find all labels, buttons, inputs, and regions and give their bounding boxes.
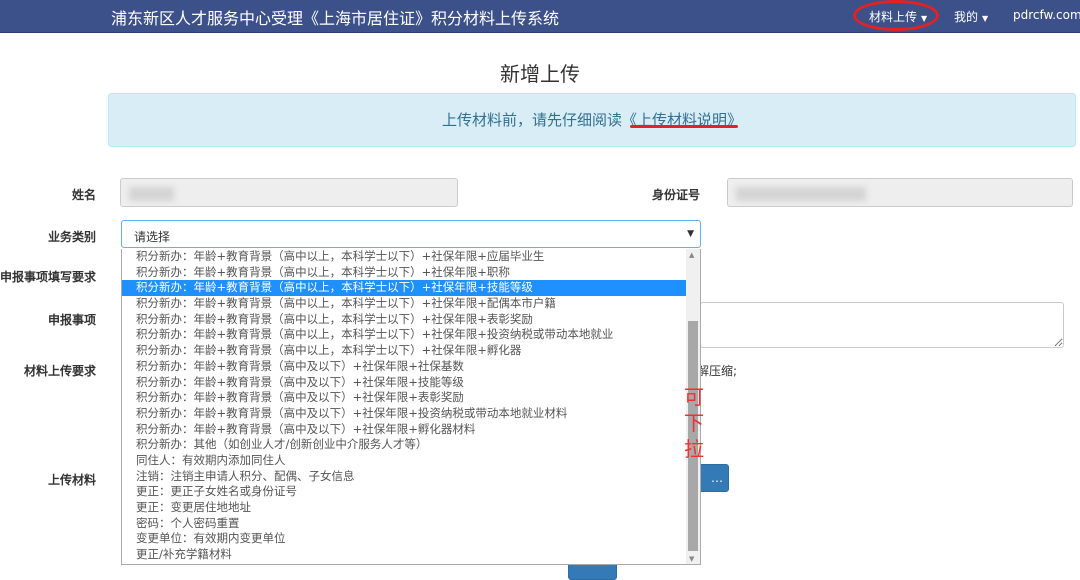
id-label: 身份证号 bbox=[651, 188, 700, 202]
category-select-value: 请选择 bbox=[134, 230, 171, 244]
dropdown-option[interactable]: 更正：更正子女姓名或身份证号 bbox=[122, 484, 688, 500]
scroll-annotation: 可下拉 bbox=[684, 385, 704, 461]
caret-down-icon: ▼ bbox=[982, 14, 989, 23]
highlight-underline bbox=[630, 125, 738, 128]
name-label: 姓名 bbox=[71, 188, 96, 202]
dropdown-option[interactable]: 积分新办：年龄+教育背景（高中以上，本科学士以下）+社保年限+孵化器 bbox=[122, 343, 688, 359]
upload-label: 上传材料 bbox=[47, 473, 96, 487]
nav-mine-label: 我的 bbox=[954, 10, 979, 24]
dropdown-option[interactable]: 积分新办：年龄+教育背景（高中及以下）+社保年限+社保基数 bbox=[122, 359, 688, 375]
upload-requirement-text: 解压缩; bbox=[697, 364, 738, 378]
dropdown-option[interactable]: 注销：注销主申请人积分、配偶、子女信息 bbox=[122, 469, 688, 485]
id-number-field[interactable] bbox=[727, 178, 1073, 207]
dropdown-option[interactable]: 积分新办：其他（如创业人才/创新创业中介服务人才等） bbox=[122, 437, 688, 453]
alert-text: 上传材料前，请先仔细阅读 bbox=[441, 111, 622, 129]
dropdown-option[interactable]: 积分新办：年龄+教育背景（高中以上，本科学士以下）+社保年限+应届毕业生 bbox=[122, 249, 688, 265]
category-dropdown-list[interactable]: 积分新办：年龄+教育背景（高中以上，本科学士以下）+社保年限+应届毕业生 积分新办… bbox=[121, 249, 701, 565]
highlight-ring bbox=[853, 0, 939, 31]
dropdown-option[interactable]: 变更单位：有效期内变更单位 bbox=[122, 531, 688, 547]
nav-site-link[interactable]: pdrcfw.com bbox=[1013, 8, 1080, 22]
item-label: 申报事项 bbox=[47, 313, 96, 327]
dropdown-option[interactable]: 积分新办：年龄+教育背景（高中以上，本科学士以下）+社保年限+职称 bbox=[122, 265, 688, 281]
dropdown-option[interactable]: 积分新办：年龄+教育背景（高中及以下）+社保年限+表彰奖励 bbox=[122, 390, 688, 406]
dropdown-option[interactable]: 更正/补充学籍材料 bbox=[122, 547, 688, 563]
page-title: 新增上传 bbox=[500, 62, 580, 86]
dropdown-option[interactable]: 积分新办：年龄+教育背景（高中以上，本科学士以下）+社保年限+技能等级 bbox=[122, 280, 688, 297]
dropdown-option[interactable]: 积分新办：年龄+教育背景（高中及以下）+社保年限+投资纳税或带动本地就业材料 bbox=[122, 406, 688, 422]
info-alert: 上传材料前，请先仔细阅读《上传材料说明》 bbox=[108, 93, 1076, 147]
caret-down-icon: ▼ bbox=[687, 229, 694, 239]
dropdown-option[interactable]: 积分新办：年龄+教育背景（高中以上，本科学士以下）+社保年限+表彰奖励 bbox=[122, 312, 688, 328]
item-textarea[interactable] bbox=[700, 302, 1064, 348]
dropdown-option[interactable]: 积分新办：年龄+教育背景（高中以上，本科学士以下）+社保年限+配偶本市户籍 bbox=[122, 296, 688, 312]
upload-requirement-label: 材料上传要求 bbox=[23, 364, 96, 378]
navbar: 浦东新区人才服务中心受理《上海市居住证》积分材料上传系统 材料上传 ▼ 我的 ▼ p… bbox=[0, 0, 1080, 33]
dropdown-option[interactable]: 同住人：有效期内添加同住人 bbox=[122, 453, 688, 469]
scroll-up-icon[interactable]: ▲ bbox=[689, 251, 694, 259]
dropdown-option[interactable]: 积分新办：年龄+教育背景（高中以上，本科学士以下）+社保年限+投资纳税或带动本地… bbox=[122, 327, 688, 343]
brand-title[interactable]: 浦东新区人才服务中心受理《上海市居住证》积分材料上传系统 bbox=[111, 5, 559, 29]
name-field[interactable] bbox=[120, 178, 458, 207]
dropdown-option[interactable]: 密码：个人密码重置 bbox=[122, 516, 688, 532]
category-label: 业务类别 bbox=[47, 230, 96, 244]
category-select[interactable]: 请选择 ▼ bbox=[121, 220, 701, 248]
scroll-down-icon[interactable]: ▼ bbox=[689, 555, 694, 563]
nav-mine-menu[interactable]: 我的 ▼ bbox=[954, 8, 988, 25]
dropdown-option[interactable]: 更正：变更居住地地址 bbox=[122, 500, 688, 516]
dropdown-option[interactable]: 积分新办：年龄+教育背景（高中及以下）+社保年限+技能等级 bbox=[122, 375, 688, 391]
item-requirement-label: 申报事项填写要求 bbox=[0, 270, 97, 284]
dropdown-option[interactable]: 积分新办：年龄+教育背景（高中及以下）+社保年限+孵化器材料 bbox=[122, 422, 688, 438]
